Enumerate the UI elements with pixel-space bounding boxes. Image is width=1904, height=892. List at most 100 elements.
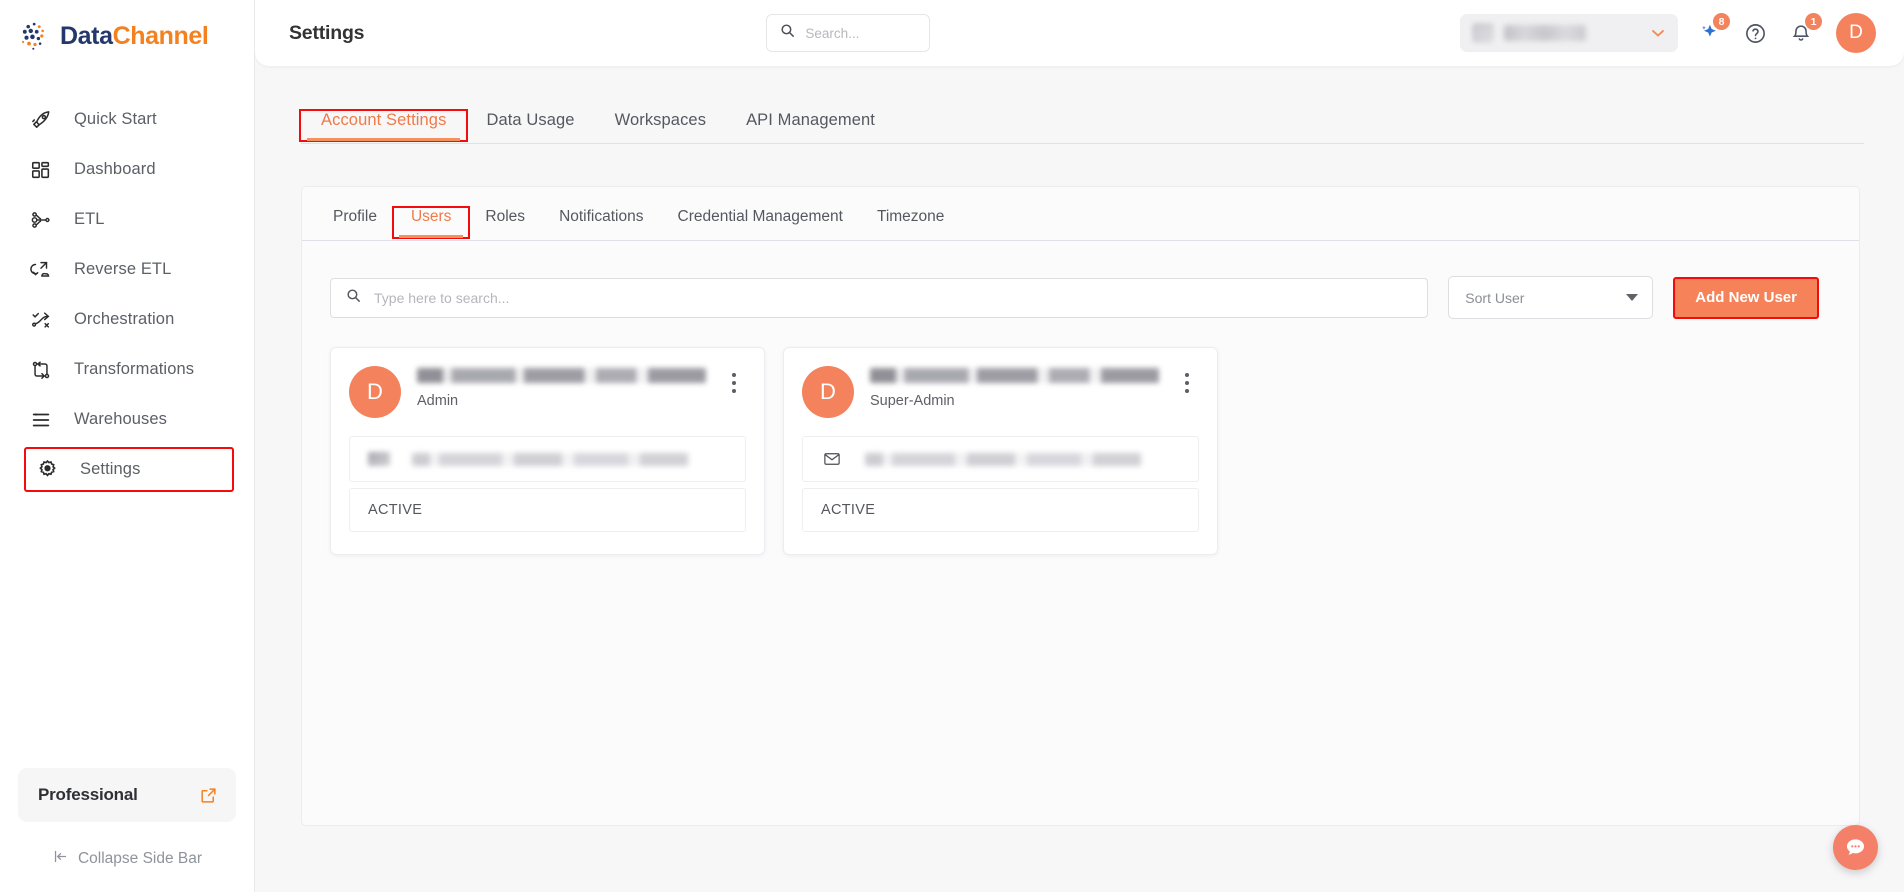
- user-email-redacted: [865, 452, 1165, 466]
- content-scroll: Account Settings Data Usage Workspaces A…: [255, 66, 1904, 892]
- avatar: D: [349, 366, 401, 418]
- status-badge: ACTIVE: [802, 488, 1199, 532]
- collapse-left-icon: [52, 848, 69, 870]
- subtab-timezone[interactable]: Timezone: [860, 208, 961, 240]
- user-role: Super-Admin: [870, 393, 955, 409]
- external-link-icon[interactable]: [199, 786, 218, 805]
- sidebar-nav: Quick Start Dashboard ETL Reverse ETL Or…: [0, 72, 254, 768]
- reverse-etl-icon: [28, 257, 54, 283]
- tab-workspaces[interactable]: Workspaces: [595, 111, 726, 143]
- kebab-menu-icon[interactable]: [722, 366, 746, 400]
- help-button[interactable]: [1740, 18, 1770, 48]
- sidebar-item-quick-start[interactable]: Quick Start: [16, 97, 238, 142]
- subtab-users[interactable]: Users: [391, 206, 471, 239]
- user-email-redacted: [412, 452, 712, 466]
- user-avatar[interactable]: D: [1836, 13, 1876, 53]
- orchestration-icon: [28, 307, 54, 333]
- gear-icon: [34, 457, 60, 483]
- user-name-redacted: [870, 368, 1159, 383]
- plan-label: Professional: [38, 785, 138, 804]
- page-title: Settings: [289, 21, 365, 44]
- transform-icon: [28, 357, 54, 383]
- notification-badge: 1: [1805, 13, 1822, 30]
- add-new-user-button[interactable]: Add New User: [1673, 276, 1819, 319]
- sidebar-item-label: Warehouses: [74, 410, 168, 428]
- sidebar-item-label: Quick Start: [74, 110, 157, 128]
- sidebar-item-label: Dashboard: [74, 160, 156, 178]
- collapse-sidebar-label: Collapse Side Bar: [77, 850, 203, 867]
- brand-text: DataChannel: [60, 21, 209, 51]
- tab-data-usage[interactable]: Data Usage: [466, 111, 594, 143]
- brand-text-data: Data: [60, 21, 113, 50]
- user-card-header: D Admin: [349, 366, 746, 436]
- sidebar-item-reverse-etl[interactable]: Reverse ETL: [16, 247, 238, 292]
- user-card-list: D Admin ACTIVE D Super-Admin ACTIVE: [302, 319, 1859, 555]
- global-search-placeholder: Search...: [805, 25, 860, 41]
- subtab-credential-management[interactable]: Credential Management: [661, 208, 860, 240]
- main-area: Settings Search... 8 1 D Account Setting…: [255, 0, 1904, 892]
- grid-icon: [28, 157, 54, 183]
- user-email-row: [802, 436, 1199, 482]
- org-selector[interactable]: [1460, 14, 1678, 52]
- chevron-down-icon: [1626, 294, 1639, 301]
- sidebar-item-settings[interactable]: Settings: [24, 447, 234, 492]
- sidebar-item-etl[interactable]: ETL: [16, 197, 238, 242]
- sidebar-item-warehouses[interactable]: Warehouses: [16, 397, 238, 442]
- sidebar-item-transformations[interactable]: Transformations: [16, 347, 238, 392]
- subtab-notifications[interactable]: Notifications: [542, 208, 660, 240]
- sub-tab-bar: Profile Users Roles Notifications Creden…: [302, 187, 1859, 241]
- main-tab-bar: Account Settings Data Usage Workspaces A…: [298, 101, 1864, 144]
- org-logo-icon: [1472, 23, 1494, 43]
- sidebar-item-label: Settings: [80, 460, 141, 478]
- sidebar: DataChannel Quick Start Dashboard ETL Re…: [0, 0, 255, 892]
- brand-text-channel: Channel: [112, 21, 209, 50]
- ai-assist-button[interactable]: 8: [1694, 13, 1730, 48]
- brand-logo[interactable]: DataChannel: [0, 0, 254, 72]
- tab-api-management[interactable]: API Management: [726, 111, 895, 143]
- user-search-placeholder: Type here to search...: [374, 289, 510, 306]
- account-settings-panel: Profile Users Roles Notifications Creden…: [301, 186, 1860, 826]
- mail-icon: [821, 450, 843, 468]
- sidebar-item-label: ETL: [74, 210, 105, 228]
- user-identity: Super-Admin: [870, 366, 1159, 409]
- sidebar-item-label: Reverse ETL: [74, 260, 172, 278]
- tab-account-settings[interactable]: Account Settings: [298, 109, 469, 142]
- topbar: Settings Search... 8 1 D: [255, 0, 1904, 66]
- subtab-roles[interactable]: Roles: [468, 208, 542, 240]
- avatar: D: [802, 366, 854, 418]
- sidebar-item-label: Transformations: [74, 360, 195, 378]
- search-icon: [345, 287, 362, 309]
- subtab-profile[interactable]: Profile: [316, 208, 394, 240]
- user-search-input[interactable]: Type here to search...: [330, 277, 1429, 318]
- user-card[interactable]: D Admin ACTIVE: [330, 347, 765, 555]
- chat-bubble-icon[interactable]: [1833, 825, 1878, 870]
- plan-badge[interactable]: Professional: [18, 768, 236, 822]
- etl-branch-icon: [28, 207, 54, 233]
- chevron-down-icon: [1648, 23, 1668, 43]
- notifications-button[interactable]: 1: [1786, 13, 1822, 48]
- org-name-redacted: [1504, 25, 1586, 41]
- mail-icon: [368, 452, 390, 466]
- users-toolbar: Type here to search... Sort User Add New…: [302, 241, 1859, 319]
- user-identity: Admin: [417, 366, 706, 409]
- user-card-header: D Super-Admin: [802, 366, 1199, 436]
- collapse-sidebar-button[interactable]: Collapse Side Bar: [0, 836, 254, 882]
- app-root: DataChannel Quick Start Dashboard ETL Re…: [0, 0, 1904, 892]
- datachannel-logo-icon: [18, 19, 52, 53]
- status-badge: ACTIVE: [349, 488, 746, 532]
- kebab-menu-icon[interactable]: [1175, 366, 1199, 400]
- sidebar-item-orchestration[interactable]: Orchestration: [16, 297, 238, 342]
- sort-user-select[interactable]: Sort User: [1448, 276, 1654, 319]
- rocket-icon: [28, 107, 54, 133]
- warehouse-icon: [28, 407, 54, 433]
- user-name-redacted: [417, 368, 706, 383]
- search-icon: [779, 22, 796, 44]
- sidebar-item-label: Orchestration: [74, 310, 175, 328]
- user-card[interactable]: D Super-Admin ACTIVE: [783, 347, 1218, 555]
- sidebar-item-dashboard[interactable]: Dashboard: [16, 147, 238, 192]
- sort-user-label: Sort User: [1465, 289, 1525, 306]
- user-role: Admin: [417, 393, 459, 409]
- global-search-input[interactable]: Search...: [766, 14, 931, 52]
- ai-badge: 8: [1713, 13, 1730, 30]
- user-email-row: [349, 436, 746, 482]
